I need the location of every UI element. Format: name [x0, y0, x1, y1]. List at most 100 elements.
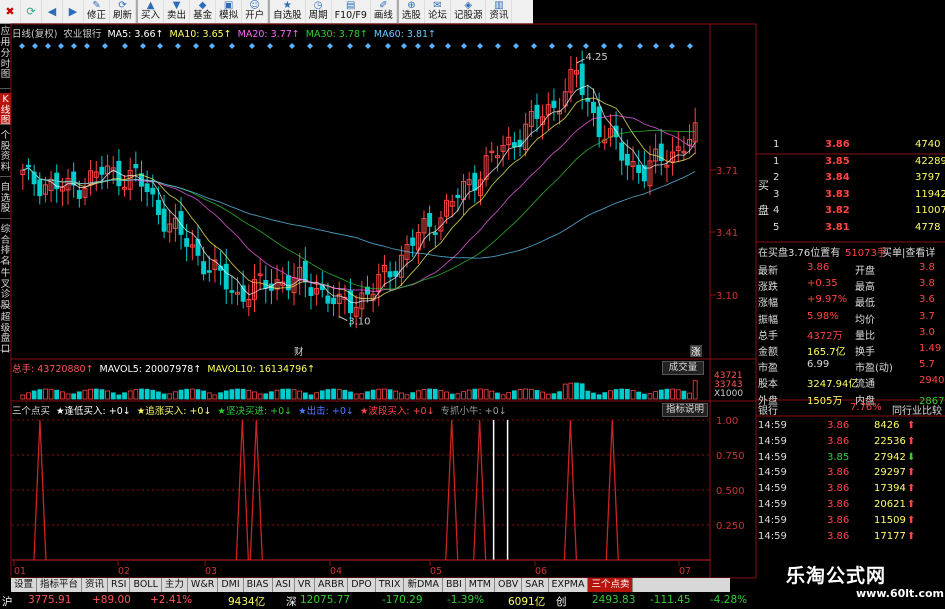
- ma20-line: [22, 114, 696, 292]
- candle-body: [133, 164, 139, 169]
- main_legend-item: MA30: 3.78↑: [305, 29, 368, 40]
- signal-diamond: [531, 43, 537, 49]
- month-label: 05: [430, 566, 442, 577]
- indicator-tab-14[interactable]: 新DMA: [404, 578, 443, 592]
- candle-body: [155, 199, 161, 215]
- volume-bar: [82, 389, 88, 400]
- volume-bar: [359, 393, 365, 400]
- signal-diamond: [122, 43, 128, 49]
- order-row: 1 3.86 4740: [757, 138, 945, 153]
- month-label: 07: [679, 566, 691, 577]
- stat-row: 涨跌 +0.35 最高 3.8: [757, 277, 945, 293]
- indicator-tab-3[interactable]: RSI: [108, 578, 131, 592]
- volume-bar: [647, 393, 653, 400]
- signal-diamond: [229, 43, 235, 49]
- volume-bar: [99, 389, 105, 400]
- volume-bar: [71, 393, 77, 400]
- volume-bar: [133, 389, 139, 400]
- candle-body: [511, 142, 517, 148]
- volume-bar: [314, 392, 320, 400]
- watermark: 乐淘公式网 www.60lt.com: [760, 555, 945, 609]
- volume-bar: [540, 391, 546, 400]
- tick-price: 3.86: [827, 435, 850, 447]
- signal-diamond: [327, 43, 333, 49]
- volume-button[interactable]: 成交量: [662, 361, 704, 375]
- queue-detail-link[interactable]: 买单|查看详: [882, 244, 935, 259]
- status-item: 沪: [2, 596, 13, 608]
- volume-bar: [528, 388, 534, 400]
- indicator-tab-17[interactable]: OBV: [495, 578, 523, 592]
- order-price: 3.85: [825, 155, 850, 167]
- volume-bar: [523, 388, 529, 400]
- volume-bar: [280, 388, 286, 400]
- volume-bar: [59, 391, 65, 400]
- volume-bar: [511, 390, 517, 400]
- indicator-tab-1[interactable]: 指标平台: [37, 578, 83, 592]
- stat-label: 流通: [855, 379, 875, 391]
- volume-bar: [613, 389, 619, 400]
- order-price: 3.86: [825, 139, 850, 150]
- volume-bar: [139, 388, 144, 400]
- volume-bar: [517, 389, 523, 400]
- stat-label: 开盘: [855, 266, 875, 277]
- indicator-tab-6[interactable]: W&R: [188, 578, 219, 592]
- indicator-tab-5[interactable]: 主力: [162, 578, 188, 592]
- indicator-tab-0[interactable]: 设置: [11, 578, 38, 592]
- watermark-url: www.60lt.com: [856, 587, 945, 600]
- indicator-tab-20[interactable]: 三个点卖: [588, 578, 634, 592]
- candle-body: [161, 208, 167, 232]
- signal-diamond: [429, 43, 435, 49]
- volume-bar: [161, 393, 167, 400]
- indicator-help-button[interactable]: 指标说明: [662, 403, 708, 417]
- volume-bar: [229, 389, 235, 400]
- indicator-tab-16[interactable]: MTM: [466, 578, 495, 592]
- status-item: -111.45: [650, 594, 691, 606]
- indicator-tab-13[interactable]: TRIX: [376, 578, 405, 592]
- tick-time: 14:59: [758, 483, 787, 495]
- indicator_legend-item: ★逢低买入: +0↓: [56, 406, 131, 417]
- tick-row: 14:59 3.86 20621 ⬆: [757, 498, 945, 513]
- volume-bar: [319, 390, 325, 400]
- indicator-tab-19[interactable]: EXPMA: [549, 578, 589, 592]
- indicator-tab-18[interactable]: SAR: [522, 578, 549, 592]
- volume-bar: [675, 389, 681, 400]
- tick-price: 3.86: [827, 499, 850, 510]
- signal-diamond: [385, 43, 391, 49]
- stat-value: 3247.94亿: [807, 379, 859, 391]
- signal-diamond: [267, 43, 273, 49]
- indicator-tab-9[interactable]: ASI: [273, 578, 295, 592]
- volume-bar: [432, 388, 438, 400]
- sector-compare-link[interactable]: 同行业比较: [892, 402, 942, 417]
- price-axis-label: 3.41: [716, 228, 738, 239]
- indicator-tab-15[interactable]: BBI: [443, 578, 466, 592]
- volume-bar: [302, 392, 308, 400]
- volume-bar: [624, 388, 630, 400]
- stat-value: 3.8: [919, 262, 935, 273]
- order-level: 4: [773, 205, 780, 216]
- indicator-tab-2[interactable]: 资讯: [82, 578, 109, 592]
- volume-bar: [495, 392, 500, 400]
- indicator-tab-11[interactable]: ARBR: [315, 578, 349, 592]
- indicator-tab-10[interactable]: VR: [295, 578, 315, 592]
- volume-bar: [336, 388, 342, 400]
- volume-bar: [641, 393, 647, 400]
- signal-diamond: [157, 43, 163, 49]
- status-item: +2.41%: [150, 594, 193, 606]
- signal-diamond: [513, 43, 519, 49]
- status-item: +89.00: [92, 594, 131, 606]
- volume-bar: [342, 389, 348, 400]
- indicator-tab-8[interactable]: BIAS: [244, 578, 273, 592]
- candle-body: [206, 270, 212, 273]
- main_legend-item: MA10: 3.65↑: [169, 29, 232, 40]
- stat-value: 2940.55: [919, 375, 945, 387]
- stat-row: 股本 3247.94亿流通 2940.55: [757, 374, 945, 391]
- candle-body: [472, 172, 478, 191]
- sector-name: 银行: [758, 406, 778, 417]
- indicator-tab-12[interactable]: DPO: [348, 578, 376, 592]
- indicator-tab-4[interactable]: BOLL: [130, 578, 162, 592]
- order-volume: 42289: [915, 155, 945, 167]
- sector-change: 7.76%: [850, 402, 882, 413]
- candle-body: [534, 104, 540, 119]
- order-price: 3.81: [825, 221, 850, 233]
- indicator-tab-7[interactable]: DMI: [218, 578, 244, 592]
